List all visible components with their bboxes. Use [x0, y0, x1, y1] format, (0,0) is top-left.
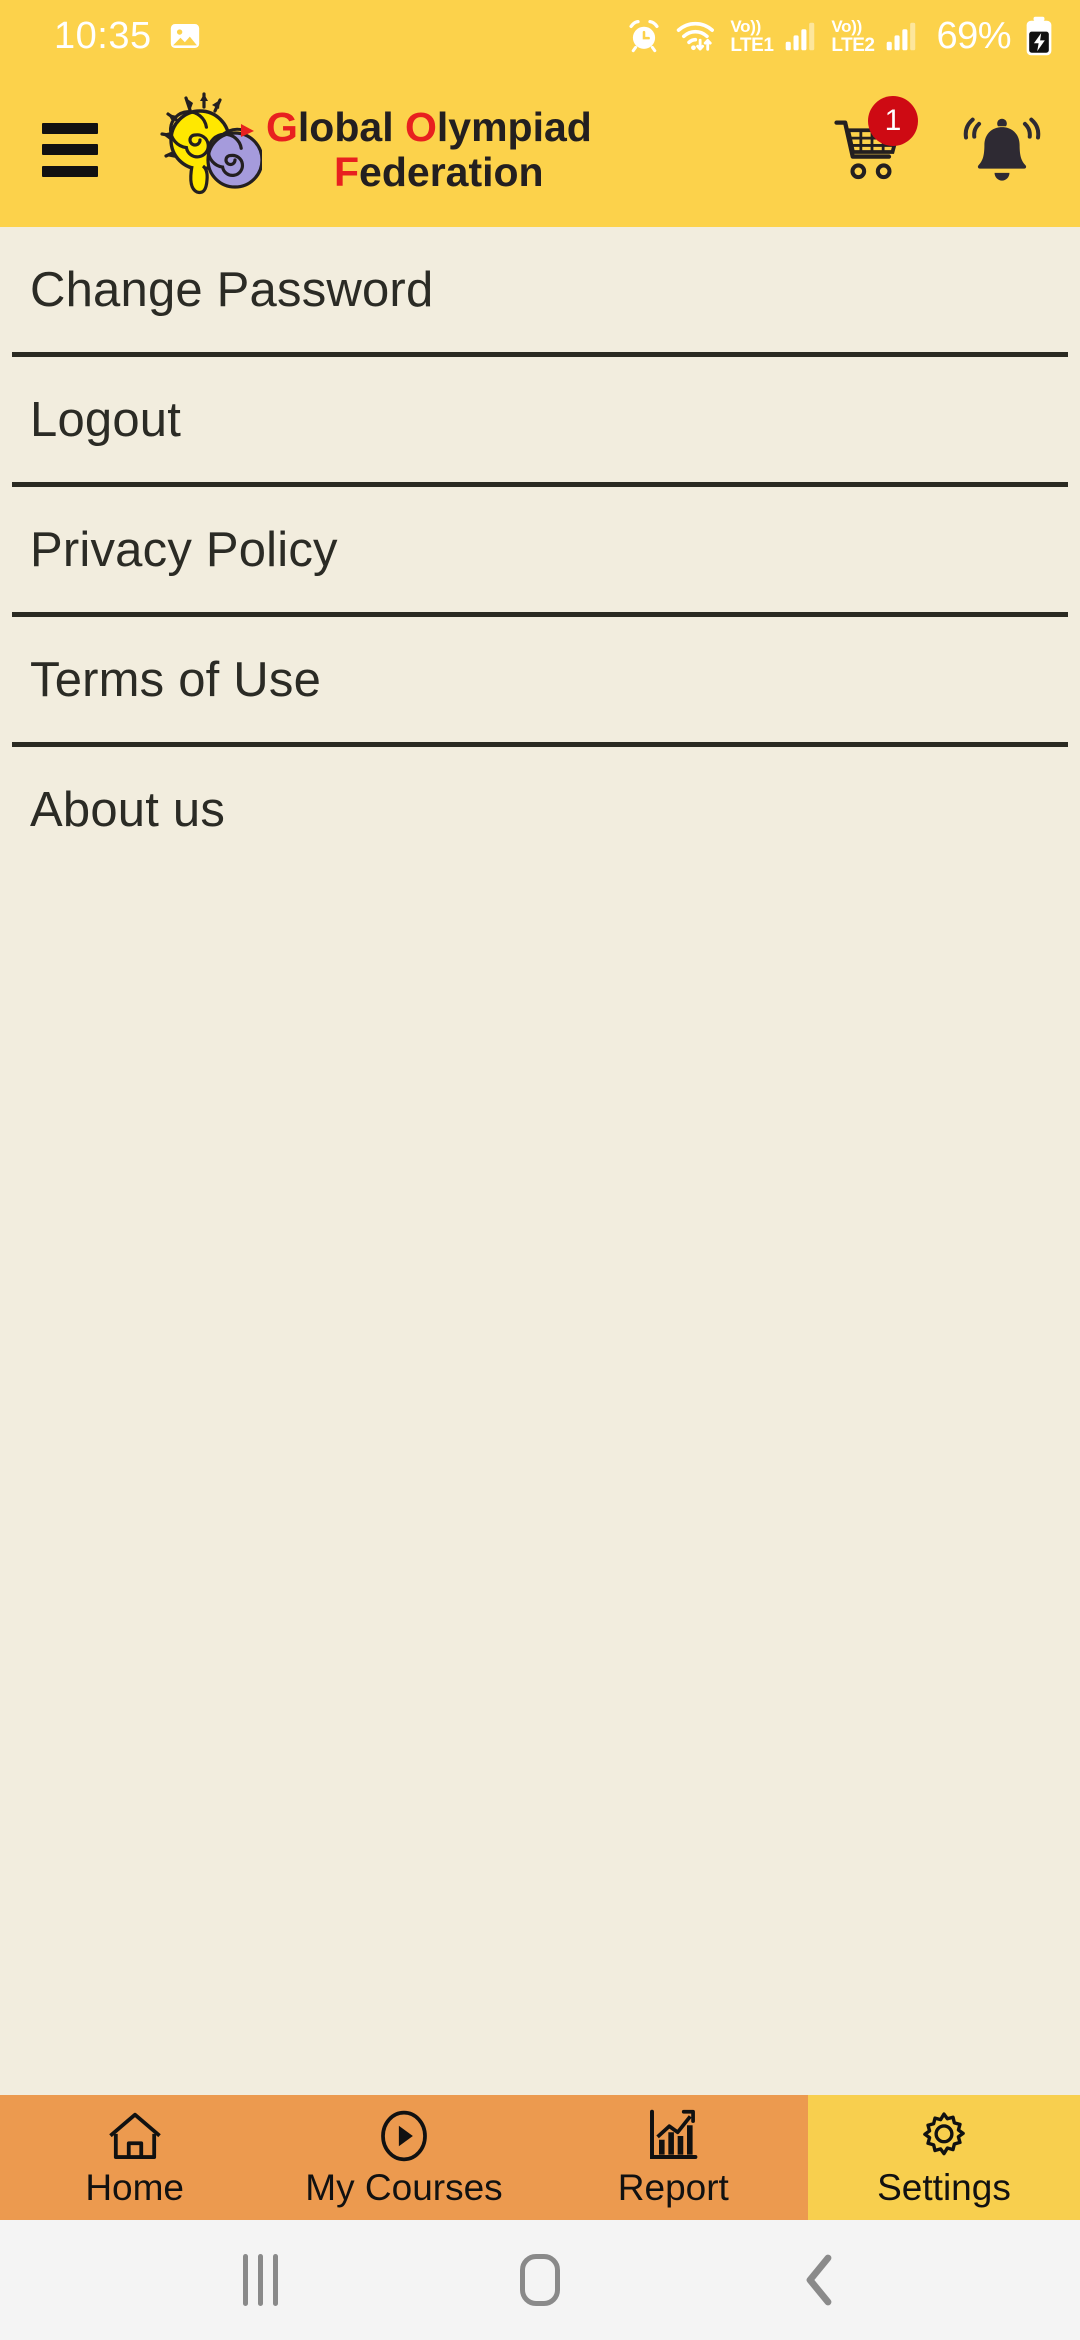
signal-bars-sim2-icon [885, 20, 919, 52]
hamburger-menu-icon[interactable] [42, 122, 98, 177]
recents-bar-3 [272, 2254, 278, 2306]
volte1-label-bottom: LTE1 [730, 34, 774, 56]
back-chevron-icon[interactable] [765, 2225, 875, 2335]
menu-item-label: About us [30, 782, 226, 837]
cart-button[interactable]: 1 [830, 95, 918, 192]
status-bar: 10:35 Vo)) LTE1 Vo)) LTE2 69% [0, 0, 1080, 72]
menu-item-label: Change Password [30, 262, 434, 317]
settings-menu-list: Change Password Logout Privacy Policy Te… [0, 227, 1080, 2095]
bar-chart-icon [644, 2106, 702, 2164]
android-navigation-bar [0, 2220, 1080, 2340]
nav-tab-label: Report [617, 2167, 729, 2209]
bottom-navigation-bar: Home My Courses Report Settings [0, 2095, 1080, 2220]
menu-item-label: Terms of Use [30, 652, 322, 707]
hamburger-bar-3 [42, 165, 98, 177]
volte2-label-top: Vo)) [831, 16, 862, 36]
battery-charging-icon [1024, 16, 1054, 56]
menu-item-change-password[interactable]: Change Password [0, 227, 1080, 352]
brand-text: Global Olympiad Federation [266, 105, 592, 194]
bell-ring-icon [963, 117, 1041, 181]
menu-item-privacy-policy[interactable]: Privacy Policy [0, 487, 1080, 612]
menu-item-about-us[interactable]: About us [0, 747, 1080, 872]
alarm-icon [626, 18, 662, 54]
wifi-icon [675, 17, 717, 55]
brand-line-2: Federation [266, 148, 592, 195]
play-circle-icon [375, 2106, 433, 2164]
phone-screen: 10:35 Vo)) LTE1 Vo)) LTE2 69% Global Oly… [0, 0, 1080, 2340]
recents-bars [242, 2254, 278, 2306]
lightbulb-spiral-logo-icon [142, 86, 264, 214]
brand-rest-global: lobal [297, 104, 405, 151]
nav-tab-label: Settings [877, 2167, 1011, 2209]
brand-cap-g: G [266, 104, 298, 151]
status-bar-clock: 10:35 [54, 15, 152, 57]
brand-line-1: Global Olympiad [266, 105, 592, 149]
cart-badge: 1 [868, 95, 918, 146]
app-header: Global Olympiad Federation 1 [0, 72, 1080, 227]
brand-cap-o: O [404, 104, 437, 151]
status-bar-left: 10:35 [54, 17, 202, 55]
gallery-icon [168, 19, 202, 53]
menu-item-terms-of-use[interactable]: Terms of Use [0, 617, 1080, 742]
volte2-indicator: Vo)) LTE2 [831, 16, 875, 56]
status-bar-right: Vo)) LTE1 Vo)) LTE2 69% [626, 15, 1054, 58]
home-icon [106, 2106, 164, 2164]
volte1-label-top: Vo)) [730, 16, 761, 36]
home-pill-shape [520, 2254, 560, 2306]
hamburger-bar-2 [42, 144, 98, 155]
recents-bar-2 [257, 2254, 263, 2306]
menu-item-logout[interactable]: Logout [0, 357, 1080, 482]
notification-button[interactable] [962, 110, 1042, 190]
home-pill-icon[interactable] [485, 2225, 595, 2335]
nav-tab-my-courses[interactable]: My Courses [269, 2095, 539, 2220]
nav-tab-report[interactable]: Report [538, 2095, 808, 2220]
gear-icon [916, 2106, 972, 2164]
volte1-indicator: Vo)) LTE1 [730, 16, 774, 56]
battery-percent-label: 69% [936, 14, 1011, 57]
recents-bar-1 [242, 2254, 248, 2306]
nav-tab-label: Home [85, 2167, 185, 2209]
nav-tab-label: My Courses [305, 2167, 503, 2209]
menu-item-label: Privacy Policy [30, 522, 338, 577]
hamburger-bar-1 [42, 122, 98, 134]
recents-icon[interactable] [205, 2225, 315, 2335]
brand-cap-f: F [334, 148, 360, 195]
menu-item-label: Logout [30, 392, 182, 447]
header-actions: 1 [830, 95, 1050, 192]
brand-rest-olympiad: lympiad [436, 104, 592, 151]
signal-bars-sim1-icon [784, 20, 818, 52]
nav-tab-home[interactable]: Home [0, 2095, 270, 2220]
volte2-label-bottom: LTE2 [831, 34, 875, 56]
nav-tab-settings[interactable]: Settings [807, 2095, 1080, 2220]
brand-logo[interactable]: Global Olympiad Federation [142, 86, 592, 214]
brand-rest-federation: ederation [359, 148, 544, 195]
